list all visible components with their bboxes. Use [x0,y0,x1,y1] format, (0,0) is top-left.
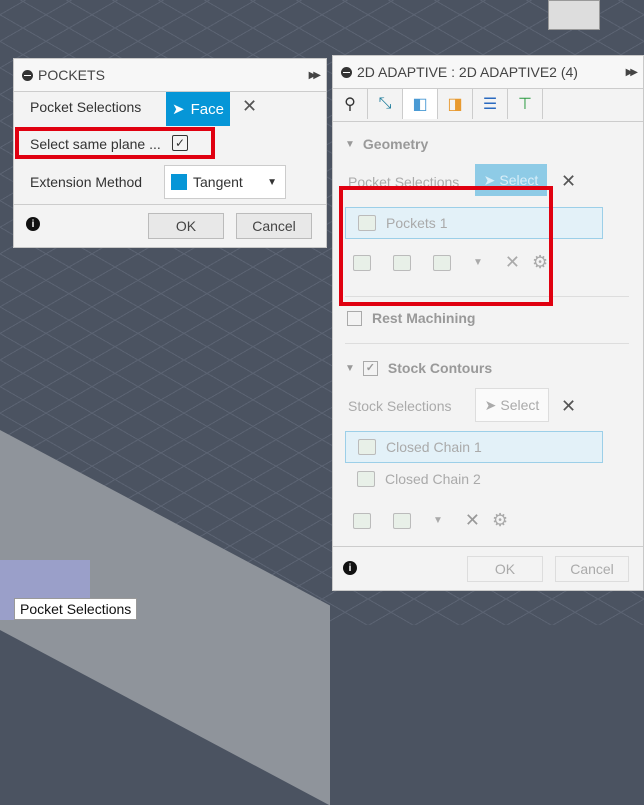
view-cube[interactable] [548,0,600,30]
geometry-section[interactable]: ▼ Geometry [345,136,428,152]
cancel-button[interactable]: Cancel [555,556,629,582]
rest-machining-toggle[interactable]: Rest Machining [347,310,475,326]
stock-select-label: Select [500,397,540,413]
face-label: Face [190,100,224,118]
tab-heights[interactable]: ◨ [438,89,473,119]
adaptive-header[interactable]: 2D ADAPTIVE : 2D ADAPTIVE2 (4) ▶▶ [333,56,643,89]
box-top-icon[interactable] [393,512,411,529]
tab-linking[interactable]: ⊤ [508,89,543,119]
stock-contours-section[interactable]: ▼ ✓ Stock Contours [345,360,492,376]
adaptive-panel: 2D ADAPTIVE : 2D ADAPTIVE2 (4) ▶▶ ⚲ ⤡ ◧ ◨… [332,55,644,591]
stock-select-button[interactable]: ➤ Select [475,388,549,422]
extension-method-label: Extension Method [30,174,143,190]
info-icon[interactable]: i [343,561,357,575]
tangent-icon [171,174,187,190]
pockets-header[interactable]: POCKETS ▶▶ [14,59,326,92]
expand-icon[interactable]: ▶▶ [626,67,639,78]
chain-label: Closed Chain 2 [385,471,481,487]
triangle-down-icon: ▼ [345,362,355,374]
rest-machining-label: Rest Machining [372,310,476,326]
stock-selections-label: Stock Selections [348,398,452,414]
tab-passes[interactable]: ☰ [473,89,508,119]
face-button[interactable]: ➤ Face [166,92,230,126]
stock-contours-label: Stock Contours [387,360,493,376]
chevron-down-icon[interactable]: ▼ [433,515,443,526]
cursor-icon: ➤ [172,101,185,118]
clear-selection-icon[interactable]: ✕ [561,171,576,192]
highlight-box [339,186,553,306]
highlight-box [15,127,215,159]
heights-icon: ◨ [447,96,463,113]
triangle-down-icon: ▼ [345,138,355,150]
cancel-button[interactable]: Cancel [236,213,312,239]
gear-icon[interactable]: ⚙ [492,510,508,531]
axis-icon: ⤡ [378,95,392,112]
rest-machining-checkbox[interactable] [347,310,362,326]
list-item[interactable]: Closed Chain 2 [345,464,601,494]
tooltip: Pocket Selections [14,598,138,620]
expand-icon[interactable]: ▶▶ [309,70,322,81]
chevron-down-icon: ▼ [267,176,277,188]
collapse-icon[interactable] [341,66,352,78]
pocket-selections-label: Pocket Selections [30,99,142,115]
extension-value: Tangent [193,174,243,190]
tab-geometry[interactable]: ◧ [403,89,438,119]
tab-setup[interactable]: ⤡ [368,89,403,119]
chain-icon [358,439,376,455]
ok-button[interactable]: OK [467,556,543,582]
delete-icon[interactable]: ✕ [465,510,480,531]
geometry-heading: Geometry [362,136,429,152]
stock-toolbar: ▼ ✕ ⚙ [353,510,508,531]
info-icon[interactable]: i [26,217,40,231]
extension-method-select[interactable]: Tangent ▼ [164,165,286,199]
passes-icon: ☰ [482,96,498,113]
cursor-icon: ➤ [484,396,497,413]
ok-button[interactable]: OK [148,213,224,239]
tab-bar: ⚲ ⤡ ◧ ◨ ☰ ⊤ [333,89,643,122]
box-face-icon[interactable] [353,512,371,529]
linking-icon: ⊤ [518,96,532,113]
stock-contours-checkbox[interactable]: ✓ [362,360,378,376]
chain-icon [357,471,375,487]
list-item[interactable]: Closed Chain 1 [345,431,603,463]
panel-title: 2D ADAPTIVE : 2D ADAPTIVE2 (4) [357,64,578,80]
geometry-icon: ◧ [412,96,428,113]
dialog-title: POCKETS [38,67,105,83]
clear-selection-icon[interactable]: ✕ [242,96,257,117]
tab-tool[interactable]: ⚲ [333,89,368,119]
tool-icon: ⚲ [344,96,356,113]
collapse-icon[interactable] [22,69,33,81]
clear-stock-icon[interactable]: ✕ [561,396,576,417]
chain-label: Closed Chain 1 [386,439,482,455]
